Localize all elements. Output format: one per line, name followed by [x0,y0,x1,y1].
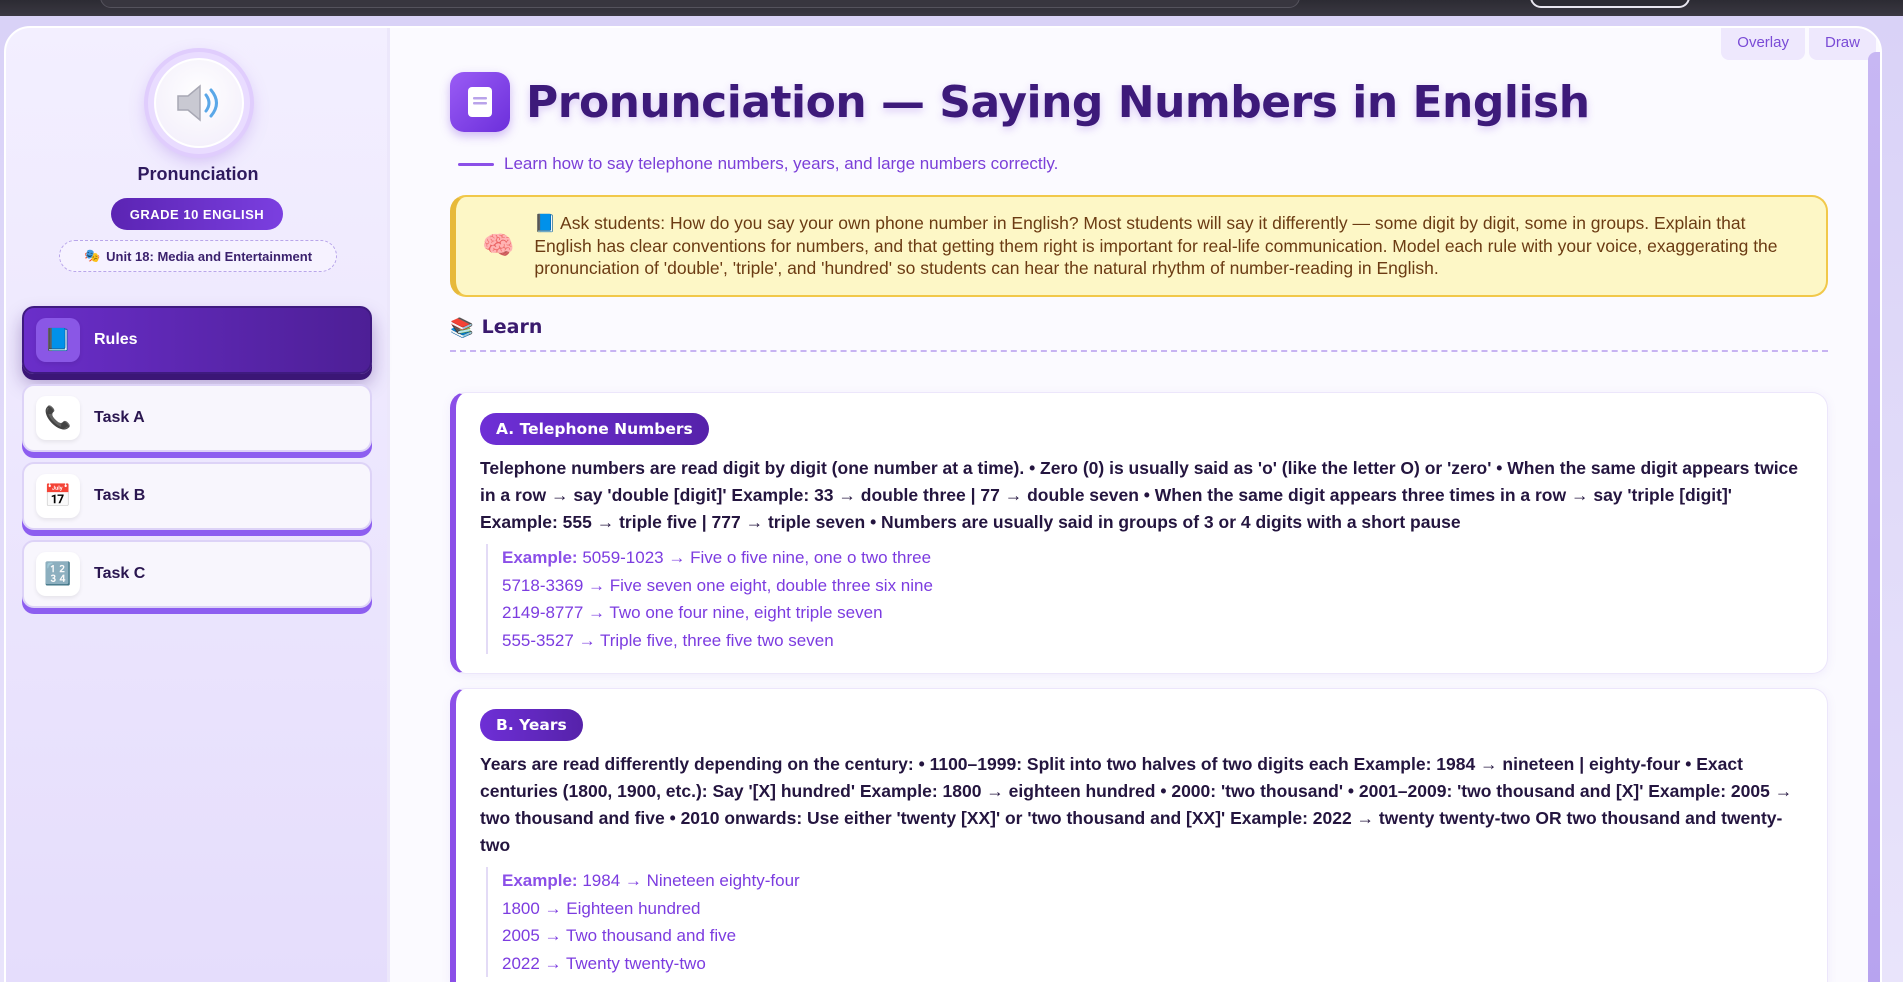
subtitle-accent-line [458,162,494,166]
overlay-toolbar: Overlay Draw [1721,28,1876,60]
browser-topbar [0,0,1903,16]
list-item: 2005 → Two thousand and five [502,926,737,945]
example-text: 1984 → Nineteen eighty-four [582,871,800,890]
sidebar-title: Pronunciation [137,164,259,184]
learn-section-heading: 📚 Learn [450,316,1828,352]
draw-button[interactable]: Draw [1808,28,1876,60]
numbers-icon: 🔢 [36,552,80,596]
page-title: Pronunciation — Saying Numbers in Englis… [526,76,1590,128]
theater-masks-icon: 🎭 [83,248,101,263]
unit-badge: 🎭 Unit 18: Media and Entertainment [59,240,337,272]
app-window: Pronunciation GRADE 10 ENGLISH 🎭 Unit 18… [4,26,1882,982]
rule-card-years: B. Years Years are read differently depe… [450,688,1828,982]
grade-badge: GRADE 10 ENGLISH [111,198,283,230]
book-icon: 📘 [36,318,80,362]
sidebar-item-task-c[interactable]: 🔢 Task C [22,540,372,608]
learn-heading-label: Learn [481,316,543,338]
list-item: 555-3527 → Triple five, three five two s… [502,630,834,650]
address-bar[interactable] [100,0,1300,8]
list-item: Example: 5059-1023 → Five o five nine, o… [502,544,1805,572]
list-item: Example: 1984 → Nineteen eighty-four [502,867,1805,895]
notebook-icon [450,72,510,132]
sidebar: Pronunciation GRADE 10 ENGLISH 🎭 Unit 18… [6,28,390,982]
examples-list: Example: 5059-1023 → Five o five nine, o… [486,544,1805,654]
calendar-icon: 📅 [36,474,80,518]
browser-button[interactable] [1530,0,1690,8]
unit-label: Unit 18: Media and Entertainment [106,248,313,264]
teacher-tip-box: 🧠 📘 Ask students: How do you say your ow… [450,195,1828,297]
avatar [148,52,250,154]
list-item: 1800 → Eighteen hundred [502,898,701,918]
card-description: Telephone numbers are read digit by digi… [480,458,1799,532]
sidebar-item-label: Task B [94,487,146,504]
sidebar-item-task-a[interactable]: 📞 Task A [22,384,372,452]
sidebar-item-rules[interactable]: 📘 Rules [22,306,372,374]
books-icon: 📚 [450,317,474,339]
sidebar-item-task-b[interactable]: 📅 Task B [22,462,372,530]
phone-icon: 📞 [36,396,80,440]
example-label: Example: [502,871,578,890]
examples-list: Example: 1984 → Nineteen eighty-four 180… [486,867,1805,977]
card-description: Years are read differently depending on … [480,754,1793,855]
tip-text: 📘 Ask students: How do you say your own … [534,213,1778,279]
sidebar-nav: 📘 Rules 📞 Task A 📅 Task B 🔢 Task C [22,306,372,618]
overlay-button[interactable]: Overlay [1721,28,1805,60]
page-header: Pronunciation — Saying Numbers in Englis… [450,72,1590,132]
sidebar-item-label: Rules [94,331,138,348]
list-item: 2022 → Twenty twenty-two [502,953,706,973]
rule-card-telephone: A. Telephone Numbers Telephone numbers a… [450,392,1828,674]
example-label: Example: [502,548,578,567]
sidebar-item-label: Task C [94,565,146,582]
card-badge: B. Years [480,709,583,741]
sidebar-item-label: Task A [94,409,145,426]
card-badge: A. Telephone Numbers [480,413,709,445]
page-subtitle: Learn how to say telephone numbers, year… [458,154,1058,174]
scrollbar[interactable] [1868,52,1880,982]
speaker-icon [154,58,244,148]
subtitle-text: Learn how to say telephone numbers, year… [504,154,1059,173]
list-item: 2149-8777 → Two one four nine, eight tri… [502,603,883,622]
example-text: 5059-1023 → Five o five nine, one o two … [582,548,932,567]
list-item: 5718-3369 → Five seven one eight, double… [502,575,933,595]
brain-icon: 🧠 [482,231,515,261]
main-content: Overlay Draw Pronunciation — Saying Numb… [394,28,1880,982]
